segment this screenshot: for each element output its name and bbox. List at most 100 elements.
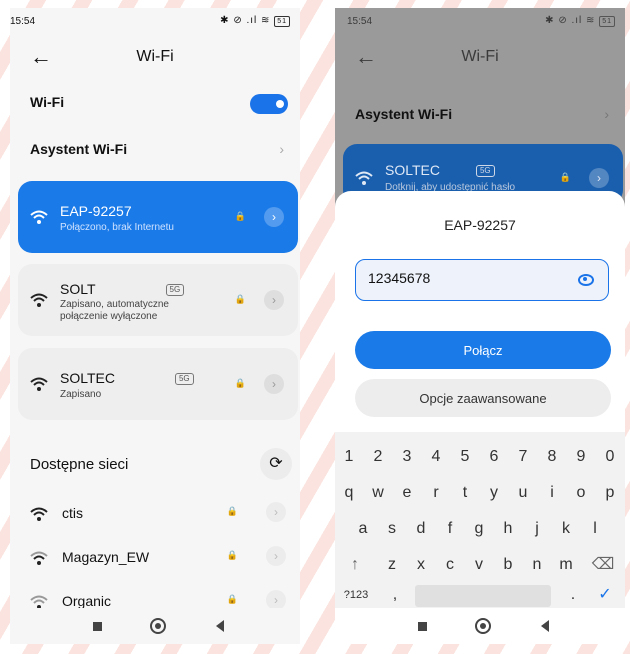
key-a[interactable]: a xyxy=(351,514,375,544)
lock-icon: 🔒 xyxy=(234,211,246,221)
network-details-button[interactable]: › xyxy=(266,502,286,522)
battery-icon: 51 xyxy=(274,16,290,27)
network-name: EAP-92257 xyxy=(60,203,132,219)
status-icons: ✱ ⊘ .ıl ≋ 51 xyxy=(545,15,615,27)
connect-button[interactable]: Połącz xyxy=(355,331,611,369)
advanced-options-button[interactable]: Opcje zaawansowane xyxy=(355,379,611,417)
key-x[interactable]: x xyxy=(409,550,433,580)
wifi-password-screen: 15:54 ✱ ⊘ .ıl ≋ 51 ← Wi-Fi Asystent Wi-F… xyxy=(335,8,625,644)
back-nav-icon[interactable] xyxy=(541,620,549,632)
network-card-solt[interactable]: SOLT 5G Zapisano, automatyczne połączenie… xyxy=(18,264,298,336)
lock-icon: 🔒 xyxy=(226,506,238,516)
key-t[interactable]: t xyxy=(453,478,477,508)
enter-check-icon[interactable]: ✓ xyxy=(593,580,617,610)
network-name-text: SOLT xyxy=(60,281,96,297)
key-0[interactable]: 0 xyxy=(598,442,622,472)
network-status-line1: Zapisano, automatyczne xyxy=(60,299,169,310)
5g-badge: 5G xyxy=(475,165,495,177)
key-y[interactable]: y xyxy=(482,478,506,508)
wifi-toggle-switch[interactable] xyxy=(250,94,288,114)
key-k[interactable]: k xyxy=(554,514,578,544)
keyboard-row-1: q w e r t y u i o p xyxy=(335,478,625,508)
key-l[interactable]: l xyxy=(583,514,607,544)
5g-badge: 5G xyxy=(174,373,194,385)
key-e[interactable]: e xyxy=(395,478,419,508)
key-r[interactable]: r xyxy=(424,478,448,508)
home-icon[interactable] xyxy=(150,618,166,634)
wifi-icon xyxy=(30,210,48,224)
key-j[interactable]: j xyxy=(525,514,549,544)
key-9[interactable]: 9 xyxy=(569,442,593,472)
back-nav-icon[interactable] xyxy=(216,620,224,632)
key-h[interactable]: h xyxy=(496,514,520,544)
show-password-eye-icon[interactable] xyxy=(578,274,594,286)
network-details-button[interactable]: › xyxy=(264,374,284,394)
network-name: Organic xyxy=(62,593,112,609)
key-u[interactable]: u xyxy=(511,478,535,508)
network-status: Zapisano xyxy=(60,389,102,400)
key-q[interactable]: q xyxy=(337,478,361,508)
comma-key[interactable]: , xyxy=(383,580,407,610)
key-5[interactable]: 5 xyxy=(453,442,477,472)
key-b[interactable]: b xyxy=(496,550,520,580)
key-i[interactable]: i xyxy=(540,478,564,508)
navigation-bar xyxy=(10,608,300,644)
password-input[interactable] xyxy=(368,270,558,286)
available-network-magazyn[interactable]: Magazyn_EW 🔒 › xyxy=(30,546,288,570)
network-name: SOLTEC 5G xyxy=(60,370,194,386)
network-name: SOLT 5G xyxy=(60,281,185,297)
key-6[interactable]: 6 xyxy=(482,442,506,472)
key-c[interactable]: c xyxy=(438,550,462,580)
refresh-icon[interactable]: ⟳ xyxy=(260,448,292,480)
space-key[interactable] xyxy=(415,585,551,607)
recents-icon[interactable] xyxy=(93,622,102,631)
page-title: Wi-Fi xyxy=(136,48,174,65)
key-g[interactable]: g xyxy=(467,514,491,544)
key-z[interactable]: z xyxy=(380,550,404,580)
header: ← Wi-Fi xyxy=(335,44,625,74)
network-details-button[interactable]: › xyxy=(264,207,284,227)
key-1[interactable]: 1 xyxy=(337,442,361,472)
wifi-icon xyxy=(30,507,48,521)
recents-icon[interactable] xyxy=(418,622,427,631)
lock-icon: 🔒 xyxy=(234,378,246,388)
key-v[interactable]: v xyxy=(467,550,491,580)
network-card-soltec[interactable]: SOLTEC 5G Zapisano 🔒 › xyxy=(18,348,298,420)
key-o[interactable]: o xyxy=(569,478,593,508)
key-s[interactable]: s xyxy=(380,514,404,544)
key-7[interactable]: 7 xyxy=(511,442,535,472)
key-2[interactable]: 2 xyxy=(366,442,390,472)
shift-key-icon[interactable]: ↑ xyxy=(343,550,367,580)
keyboard-number-row: 1 2 3 4 5 6 7 8 9 0 xyxy=(335,442,625,472)
key-d[interactable]: d xyxy=(409,514,433,544)
wifi-icon xyxy=(30,551,48,565)
key-p[interactable]: p xyxy=(598,478,622,508)
wifi-assistant-row: Asystent Wi-Fi › xyxy=(355,106,613,130)
period-key[interactable]: . xyxy=(561,580,585,610)
network-details-button[interactable]: › xyxy=(264,290,284,310)
status-bar: 15:54 ✱ ⊘ .ıl ≋ 51 xyxy=(10,8,300,36)
backspace-key-icon[interactable]: ⌫ xyxy=(591,550,615,580)
key-w[interactable]: w xyxy=(366,478,390,508)
key-4[interactable]: 4 xyxy=(424,442,448,472)
key-n[interactable]: n xyxy=(525,550,549,580)
wifi-assistant-label: Asystent Wi-Fi xyxy=(355,106,453,122)
available-network-ctis[interactable]: ctis 🔒 › xyxy=(30,502,288,526)
keyboard-row-2: a s d f g h j k l xyxy=(335,514,625,544)
network-name: Magazyn_EW xyxy=(62,549,150,565)
symbols-key[interactable]: ?123 xyxy=(341,580,371,610)
lock-icon: 🔒 xyxy=(234,294,246,304)
key-8[interactable]: 8 xyxy=(540,442,564,472)
key-3[interactable]: 3 xyxy=(395,442,419,472)
network-details-button[interactable]: › xyxy=(266,590,286,610)
wifi-icon xyxy=(355,171,373,185)
network-card-eap-92257[interactable]: EAP-92257 Połączono, brak Internetu 🔒 › xyxy=(18,181,298,253)
home-icon[interactable] xyxy=(475,618,491,634)
wifi-assistant-row[interactable]: Asystent Wi-Fi › xyxy=(30,141,288,165)
key-m[interactable]: m xyxy=(554,550,578,580)
network-details-button[interactable]: › xyxy=(266,546,286,566)
network-name: ctis xyxy=(62,505,83,521)
password-field[interactable] xyxy=(355,259,609,301)
key-f[interactable]: f xyxy=(438,514,462,544)
wifi-toggle-row[interactable]: Wi-Fi xyxy=(30,94,288,118)
